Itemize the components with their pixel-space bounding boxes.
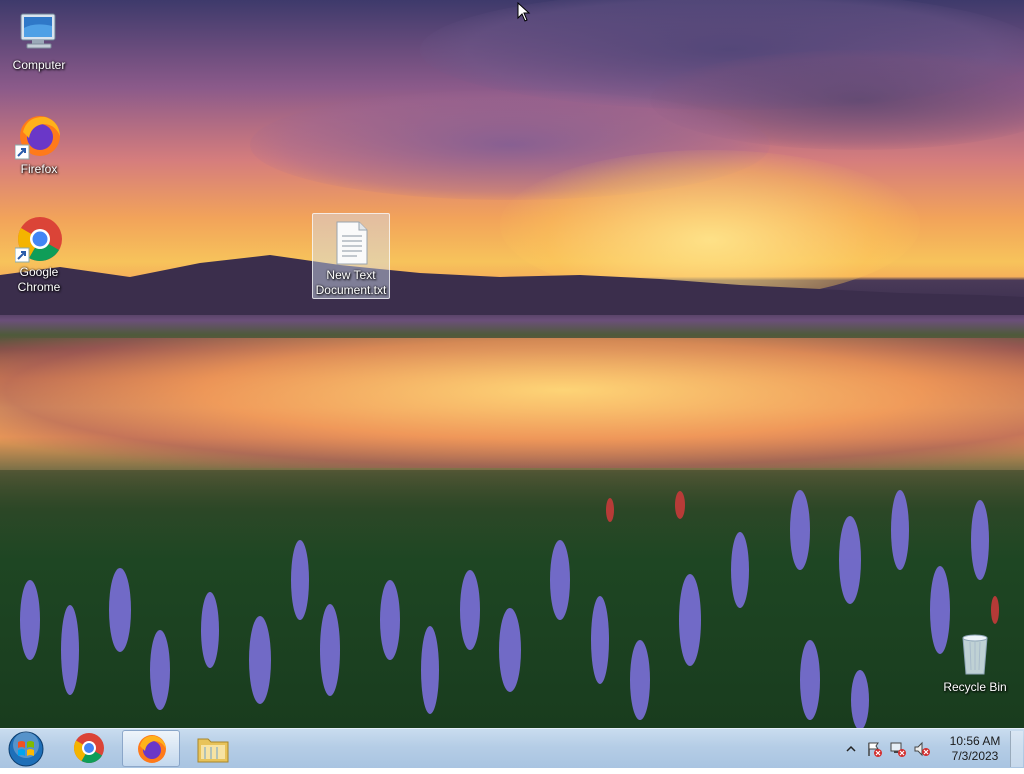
desktop-icon-label-line: Document.txt	[315, 283, 387, 297]
start-button[interactable]	[4, 729, 48, 769]
folder-icon	[197, 738, 229, 763]
taskbar-file-explorer-button[interactable]	[184, 730, 242, 767]
windows-logo-icon	[8, 731, 44, 767]
recycle-bin-icon	[951, 630, 999, 678]
firefox-icon	[138, 735, 166, 763]
desktop-icon-label-line: Chrome	[17, 280, 61, 294]
desktop-icon-label: Firefox	[20, 162, 58, 176]
firefox-icon	[14, 112, 63, 160]
wallpaper-flowers	[20, 490, 999, 728]
mouse-cursor	[517, 2, 531, 22]
volume-muted-icon[interactable]	[914, 741, 930, 757]
desktop-icon-label-line: New Text	[326, 268, 376, 282]
desktop-icon-label: Recycle Bin	[943, 680, 1007, 694]
wallpaper-hills	[0, 255, 1024, 315]
desktop-icon-chrome[interactable]: Google Chrome	[1, 215, 77, 295]
clock-date: 7/3/2023	[951, 749, 999, 763]
chrome-icon	[73, 733, 104, 764]
desktop-icon-new-text-document[interactable]: New Text Document.txt	[312, 213, 390, 299]
desktop-icon-label: Computer	[12, 58, 66, 72]
taskbar: 10:56 AM 7/3/2023	[0, 728, 1024, 768]
system-clock[interactable]: 10:56 AM 7/3/2023	[940, 734, 1010, 764]
desktop-icon-firefox[interactable]: Firefox	[1, 112, 77, 177]
desktop-icon-computer[interactable]: Computer	[1, 8, 77, 73]
computer-icon	[15, 8, 63, 56]
network-disconnected-icon[interactable]	[890, 741, 906, 757]
show-desktop-button[interactable]	[1010, 731, 1023, 767]
taskbar-firefox-button[interactable]	[122, 730, 180, 767]
desktop-icon-label-line: Google	[19, 265, 59, 279]
show-hidden-icons-icon[interactable]	[846, 744, 856, 754]
desktop-wallpaper	[0, 0, 1024, 728]
chrome-icon	[14, 215, 63, 263]
taskbar-chrome-button[interactable]	[60, 730, 118, 767]
wallpaper-lake	[0, 338, 1024, 468]
clock-time: 10:56 AM	[949, 734, 1001, 748]
action-center-flag-icon[interactable]	[866, 741, 882, 757]
desktop-icon-recycle-bin[interactable]: Recycle Bin	[937, 630, 1013, 695]
text-file-icon	[327, 218, 375, 266]
